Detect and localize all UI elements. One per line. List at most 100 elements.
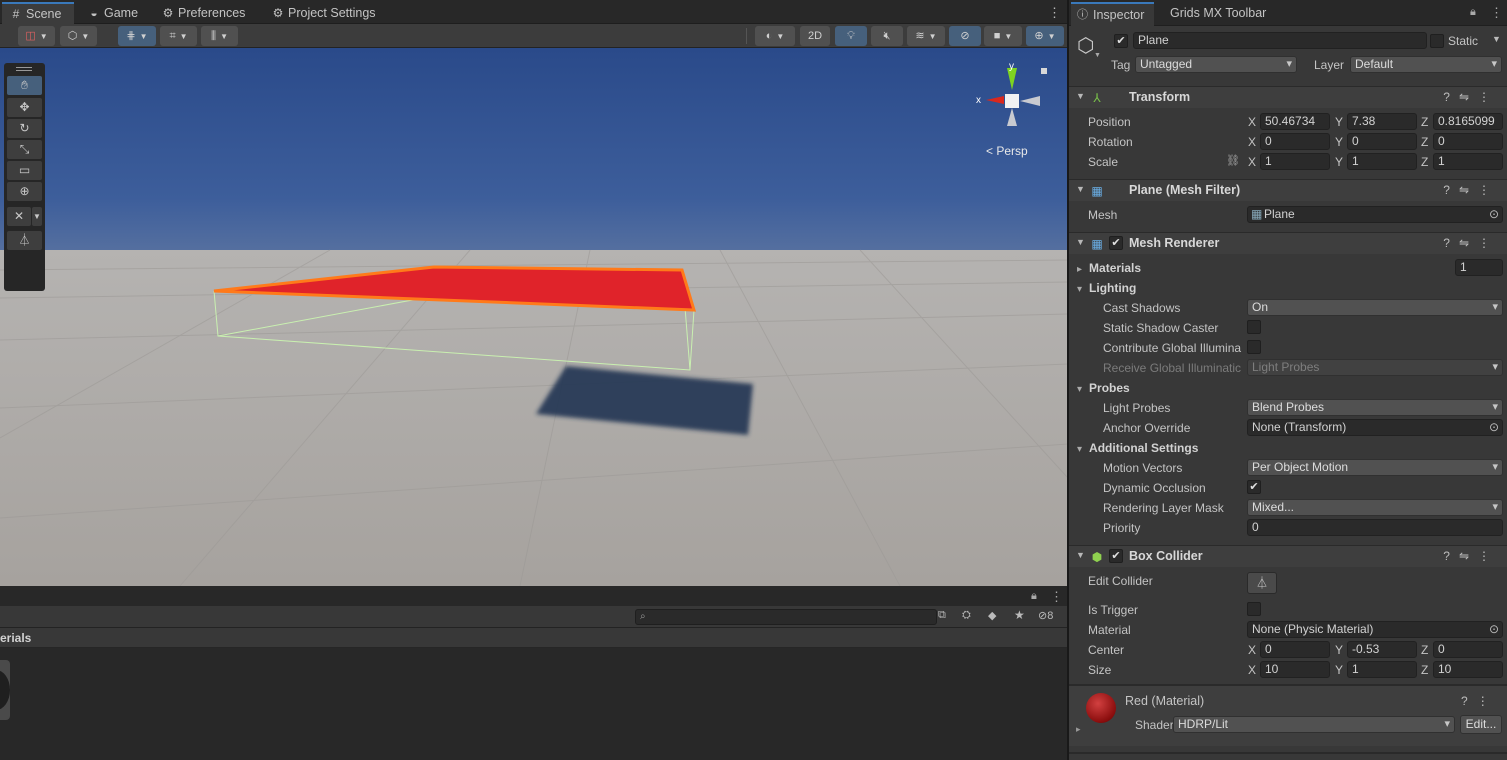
draw-mode-button[interactable]: ◫ ▼: [18, 26, 55, 46]
position-x-field[interactable]: 50.46734: [1260, 113, 1330, 130]
object-name-field[interactable]: Plane: [1133, 32, 1427, 49]
camera-mode-button[interactable]: ◐ ▼: [755, 26, 795, 46]
cast-shadows-dropdown[interactable]: On: [1247, 299, 1503, 316]
size-x-field[interactable]: 10: [1260, 661, 1330, 678]
breadcrumb[interactable]: erials: [0, 628, 1068, 648]
lock-icon[interactable]: 🔒︎: [1031, 590, 1037, 603]
hidden-objects-toggle[interactable]: ⊘: [949, 26, 981, 46]
object-picker-icon[interactable]: ⊙: [1489, 622, 1499, 637]
layer-dropdown[interactable]: Default: [1350, 56, 1502, 73]
ruler-button[interactable]: ⫼ ▼: [201, 26, 238, 46]
lock-icon[interactable]: 🔒︎: [1470, 6, 1476, 19]
object-picker-icon[interactable]: ⊙: [1489, 207, 1499, 222]
mesh-renderer-header[interactable]: ▼ ▦ ✔ Mesh Renderer ?⇋⋮: [1069, 232, 1507, 254]
increment-snap-button[interactable]: ⌗ ▼: [160, 26, 197, 46]
tag-dropdown[interactable]: Untagged: [1135, 56, 1297, 73]
scale-z-field[interactable]: 1: [1433, 153, 1503, 170]
mesh-object-field[interactable]: ▦ Plane ⊙: [1247, 206, 1503, 223]
probes-foldout[interactable]: Probes: [1077, 381, 1130, 395]
lighting-toggle[interactable]: 💡︎: [835, 26, 867, 46]
mesh-filter-header[interactable]: ▼ ▦ Plane (Mesh Filter) ?⇋⋮: [1069, 179, 1507, 201]
edit-shader-button[interactable]: Edit...: [1460, 715, 1502, 734]
mesh-renderer-enabled-checkbox[interactable]: ✔: [1109, 236, 1123, 250]
gizmos-button[interactable]: ⊕ ▼: [1026, 26, 1064, 46]
grid-snap-button[interactable]: ⋕ ▼: [118, 26, 156, 46]
render-mode-button[interactable]: ⬡ ▼: [60, 26, 97, 46]
is-trigger-checkbox[interactable]: [1247, 602, 1261, 616]
edit-collider-tool-button[interactable]: ⏃: [7, 231, 42, 250]
transform-tool-button[interactable]: ⊕: [7, 182, 42, 201]
static-dropdown-icon[interactable]: ▼: [1492, 34, 1501, 44]
materials-foldout[interactable]: Materials: [1077, 261, 1141, 275]
component-actions[interactable]: ?⋮: [1461, 694, 1498, 708]
tab-preferences[interactable]: ⚙ Preferences: [154, 2, 258, 24]
rotation-x-field[interactable]: 0: [1260, 133, 1330, 150]
light-probes-dropdown[interactable]: Blend Probes: [1247, 399, 1503, 416]
chevron-down-icon[interactable]: ▼: [1094, 52, 1101, 59]
box-collider-enabled-checkbox[interactable]: ✔: [1109, 549, 1123, 563]
rotation-y-field[interactable]: 0: [1347, 133, 1417, 150]
kebab-menu-icon[interactable]: ⋮: [1490, 5, 1503, 21]
camera-settings-button[interactable]: ■ ▼: [984, 26, 1022, 46]
static-shadow-checkbox[interactable]: [1247, 320, 1261, 334]
custom-tool-dropdown[interactable]: ▼: [32, 207, 42, 226]
orientation-gizmo[interactable]: y x: [976, 61, 1047, 126]
box-collider-header[interactable]: ▼ ⬢ ✔ Box Collider ?⇋⋮: [1069, 545, 1507, 567]
custom-tool-button[interactable]: ✕: [7, 207, 31, 226]
fold-arrow-icon[interactable]: ▼: [1076, 237, 1085, 247]
size-z-field[interactable]: 10: [1433, 661, 1503, 678]
drag-handle-icon[interactable]: [16, 67, 32, 71]
rotation-z-field[interactable]: 0: [1433, 133, 1503, 150]
fold-arrow-icon[interactable]: ▼: [1076, 91, 1085, 101]
transform-header[interactable]: ▼ ⅄ Transform ?⇋⋮: [1069, 86, 1507, 108]
priority-field[interactable]: 0: [1247, 519, 1503, 536]
kebab-menu-icon[interactable]: ⋮: [1048, 5, 1061, 21]
position-y-field[interactable]: 7.38: [1347, 113, 1417, 130]
size-y-field[interactable]: 1: [1347, 661, 1417, 678]
lighting-foldout[interactable]: Lighting: [1077, 281, 1136, 295]
hand-tool-button[interactable]: ✋︎: [7, 76, 42, 95]
search-by-type-icon[interactable]: ⧉: [938, 609, 946, 622]
component-actions[interactable]: ?⇋⋮: [1443, 183, 1499, 197]
favorite-star-icon[interactable]: ★: [1014, 608, 1025, 622]
component-actions[interactable]: ?⇋⋮: [1443, 236, 1499, 250]
fold-arrow-icon[interactable]: ▼: [1076, 184, 1085, 194]
rotate-tool-button[interactable]: ↻: [7, 119, 42, 138]
static-checkbox[interactable]: [1430, 34, 1444, 48]
rect-tool-button[interactable]: ▭: [7, 161, 42, 180]
tab-game[interactable]: ◒ Game: [80, 2, 150, 24]
contribute-gi-checkbox[interactable]: [1247, 340, 1261, 354]
persp-label[interactable]: < Persp: [986, 144, 1028, 158]
edit-collider-button[interactable]: ⏃: [1247, 572, 1277, 594]
audio-toggle[interactable]: 🔇︎: [871, 26, 903, 46]
scene-viewport[interactable]: y x < Persp ✋︎ ✥ ↻ ⤡ ▭ ⊕ ✕ ▼ ⏃: [0, 48, 1068, 586]
physic-material-field[interactable]: None (Physic Material) ⊙: [1247, 621, 1503, 638]
materials-count-field[interactable]: 1: [1455, 259, 1503, 276]
tab-project-settings[interactable]: ⚙ Project Settings: [264, 2, 394, 24]
tab-grids-mx-toolbar[interactable]: Grids MX Toolbar: [1170, 2, 1266, 26]
position-z-field[interactable]: 0.8165099: [1433, 113, 1503, 130]
rendering-layer-dropdown[interactable]: Mixed...: [1247, 499, 1503, 516]
fold-arrow-icon[interactable]: ▸: [1076, 724, 1081, 735]
link-icon[interactable]: ⛓︎: [1226, 154, 1240, 167]
filter-by-type-icon[interactable]: ⛭: [962, 609, 971, 622]
object-picker-icon[interactable]: ⊙: [1489, 420, 1499, 435]
center-y-field[interactable]: -0.53: [1347, 641, 1417, 658]
active-checkbox[interactable]: ✔: [1114, 34, 1128, 48]
effects-button[interactable]: ≋ ▼: [907, 26, 945, 46]
label-icon[interactable]: ◆: [988, 609, 996, 622]
scale-y-field[interactable]: 1: [1347, 153, 1417, 170]
search-input[interactable]: ⌕: [635, 609, 937, 625]
shader-dropdown[interactable]: HDRP/Lit: [1173, 716, 1455, 733]
hidden-packages-toggle[interactable]: ⊘8: [1038, 609, 1053, 622]
asset-thumbnail[interactable]: [0, 660, 10, 720]
move-tool-button[interactable]: ✥: [7, 98, 42, 117]
tab-inspector[interactable]: ⓘ Inspector: [1071, 2, 1155, 26]
tab-scene[interactable]: # Scene: [2, 2, 74, 24]
component-actions[interactable]: ?⇋⋮: [1443, 90, 1499, 104]
additional-settings-foldout[interactable]: Additional Settings: [1077, 441, 1198, 455]
two-d-toggle[interactable]: 2D: [800, 26, 830, 46]
dynamic-occlusion-checkbox[interactable]: ✔: [1247, 480, 1261, 494]
center-x-field[interactable]: 0: [1260, 641, 1330, 658]
motion-vectors-dropdown[interactable]: Per Object Motion: [1247, 459, 1503, 476]
